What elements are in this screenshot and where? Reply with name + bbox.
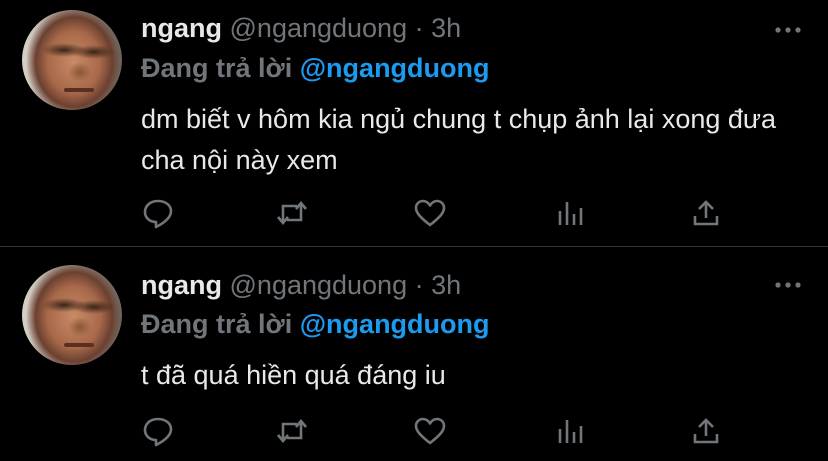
reply-button[interactable] <box>138 193 178 233</box>
retweet-icon <box>275 198 309 228</box>
tweet-text: dm biết v hôm kia ngủ chung t chụp ảnh l… <box>141 104 776 175</box>
user-handle[interactable]: @ngangduong <box>230 270 408 300</box>
analytics-button[interactable] <box>550 411 590 451</box>
replying-prefix: Đang trả lời <box>141 309 293 339</box>
tweet[interactable]: ngang @ngangduong · 3h Đang trả lời @nga… <box>0 247 828 461</box>
replying-to: Đang trả lời @ngangduong <box>141 308 490 340</box>
avatar[interactable] <box>22 265 122 365</box>
tweet-actions <box>0 411 828 451</box>
tweet-header: ngang @ngangduong · 3h <box>141 269 461 301</box>
tweet-header: ngang @ngangduong · 3h <box>141 12 461 44</box>
replying-to: Đang trả lời @ngangduong <box>141 52 490 84</box>
reply-icon <box>141 197 175 229</box>
analytics-icon <box>555 198 585 228</box>
like-button[interactable] <box>410 193 450 233</box>
tweet-actions <box>0 193 828 233</box>
retweet-button[interactable] <box>272 193 312 233</box>
analytics-icon <box>555 416 585 446</box>
display-name[interactable]: ngang <box>141 270 222 300</box>
tweet[interactable]: ngang @ngangduong · 3h Đang trả lời @nga… <box>0 0 828 246</box>
replying-mention[interactable]: @ngangduong <box>300 309 490 339</box>
share-icon <box>691 416 721 446</box>
timestamp[interactable]: 3h <box>431 13 461 43</box>
heart-icon <box>413 416 447 446</box>
replying-mention[interactable]: @ngangduong <box>300 53 490 83</box>
share-button[interactable] <box>686 411 726 451</box>
tweet-text: t đã quá hiền quá đáng iu <box>141 360 446 390</box>
more-dots-icon[interactable] <box>772 14 804 46</box>
like-button[interactable] <box>410 411 450 451</box>
retweet-button[interactable] <box>272 411 312 451</box>
share-button[interactable] <box>686 193 726 233</box>
user-handle[interactable]: @ngangduong <box>230 13 408 43</box>
separator: · <box>414 13 424 43</box>
reply-icon <box>141 415 175 447</box>
retweet-icon <box>275 416 309 446</box>
separator: · <box>414 270 424 300</box>
reply-button[interactable] <box>138 411 178 451</box>
more-dots-icon[interactable] <box>772 269 804 301</box>
analytics-button[interactable] <box>550 193 590 233</box>
avatar[interactable] <box>22 10 122 110</box>
share-icon <box>691 198 721 228</box>
replying-prefix: Đang trả lời <box>141 53 293 83</box>
timestamp[interactable]: 3h <box>431 270 461 300</box>
display-name[interactable]: ngang <box>141 13 222 43</box>
heart-icon <box>413 198 447 228</box>
